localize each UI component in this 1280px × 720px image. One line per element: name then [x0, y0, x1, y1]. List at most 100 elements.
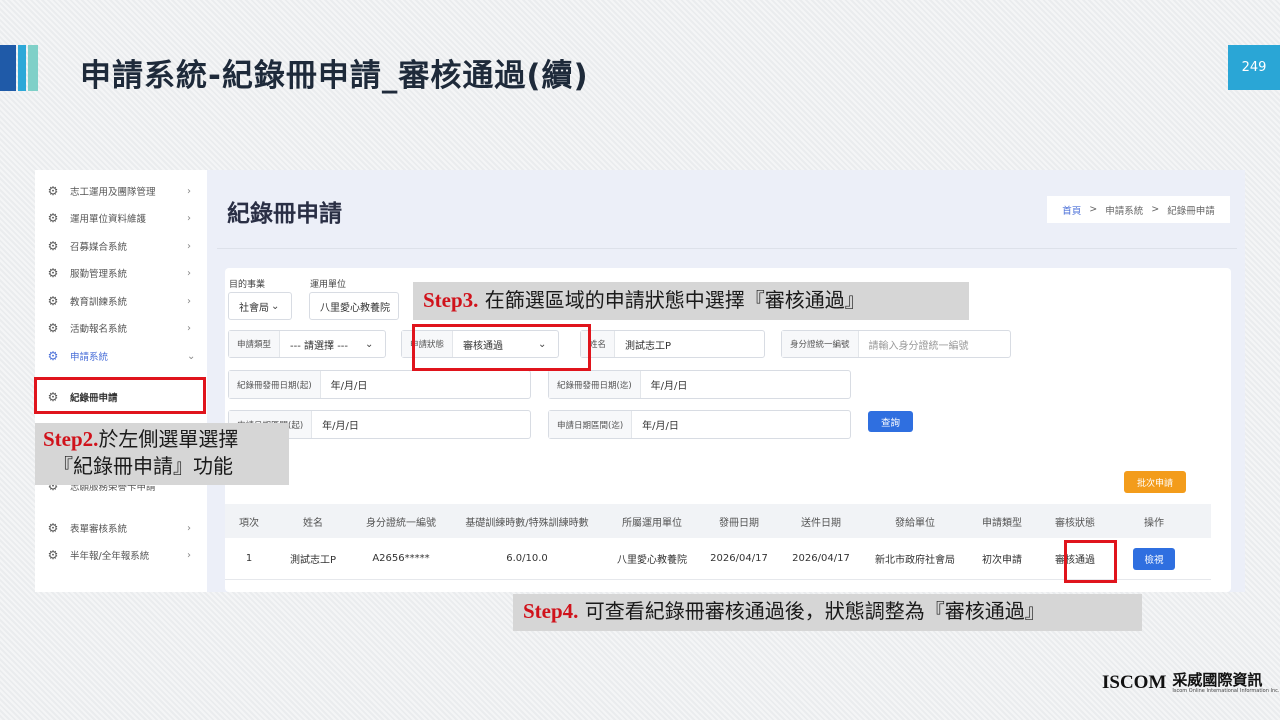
apply-type-select[interactable]: 申請類型 --- 請選擇 --- ⌄: [228, 330, 386, 358]
page-title: 紀錄冊申請: [227, 201, 342, 227]
page-number: 249: [1228, 45, 1280, 90]
gear-icon: ⚙: [47, 521, 59, 535]
chevron-right-icon: ›: [187, 267, 191, 279]
cell-submit-date: 2026/04/17: [792, 553, 850, 564]
purpose-label: 目的事業: [229, 280, 266, 290]
header-accent-bar: [18, 45, 26, 91]
step3-callout: Step3. 在篩選區域的申請狀態中選擇『審核通過』: [413, 282, 969, 320]
cell-unit: 八里愛心教養院: [617, 555, 687, 566]
sidebar-item-volunteer-team[interactable]: ⚙ 志工運用及團隊管理 ›: [35, 180, 207, 202]
chevron-right-icon: ›: [187, 212, 191, 224]
issue-date-end-input[interactable]: 紀錄冊發冊日期(迄) 年/月/日: [548, 370, 851, 399]
cell-issuer: 新北市政府社會局: [875, 555, 955, 566]
table-header: 項次 姓名 身分證統一編號 基礎訓練時數/特殊訓練時數 所屬運用單位 發冊日期 …: [225, 504, 1211, 538]
step2-callout: Step2.於左側選單選擇 『紀錄冊申請』功能: [35, 423, 289, 485]
logo-chinese: 采威國際資訊: [1172, 671, 1263, 689]
gear-icon: ⚙: [47, 321, 59, 335]
search-button[interactable]: 查詢: [868, 411, 913, 432]
chevron-down-icon: ⌄: [271, 300, 280, 312]
chevron-right-icon: ›: [187, 549, 191, 561]
sidebar-item-recruit[interactable]: ⚙ 召募媒合系統 ›: [35, 235, 207, 257]
gear-icon: ⚙: [47, 184, 59, 198]
step2-text-line1: 於左側選單選擇: [98, 427, 239, 451]
column-header: 操作: [1144, 517, 1164, 529]
column-header: 身分證統一編號: [366, 517, 436, 529]
column-header: 姓名: [303, 517, 323, 529]
sidebar-item-label: 志工運用及團隊管理: [70, 187, 156, 198]
breadcrumb-current: 紀錄冊申請: [1167, 205, 1215, 217]
breadcrumb-separator: >: [1151, 204, 1160, 215]
sidebar-item-report[interactable]: ⚙ 半年報/全年報系統 ›: [35, 544, 207, 566]
cell-id: A2656*****: [372, 553, 430, 564]
divider: [217, 248, 1237, 249]
sidebar-item-training[interactable]: ⚙ 教育訓練系統 ›: [35, 290, 207, 312]
logo-text: ISCOM: [1102, 672, 1167, 693]
step2-text-line2: 『紀錄冊申請』功能: [53, 454, 233, 478]
chevron-right-icon: ›: [187, 295, 191, 307]
breadcrumb-item[interactable]: 申請系統: [1105, 203, 1143, 217]
main-content: 紀錄冊申請 首頁 > 申請系統 > 紀錄冊申請 目的事業 社會局 ⌄ 運用單位 …: [207, 170, 1245, 592]
cell-index: 1: [245, 553, 253, 564]
step4-callout: Step4. 可查看紀錄冊審核通過後，狀態調整為『審核通過』: [513, 594, 1142, 631]
chevron-right-icon: ›: [187, 185, 191, 197]
id-number-input[interactable]: 身分證統一編號 請輸入身分證統一編號: [781, 330, 1011, 358]
step4-text: 可查看紀錄冊審核通過後，狀態調整為『審核通過』: [584, 599, 1045, 623]
name-input[interactable]: 姓名 測試志工P: [580, 330, 765, 358]
chevron-right-icon: ›: [187, 522, 191, 534]
sidebar-item-label: 教育訓練系統: [70, 297, 128, 308]
column-header: 發冊日期: [719, 517, 759, 529]
chevron-down-icon: ⌄: [187, 350, 196, 362]
column-header: 發給單位: [895, 517, 935, 529]
step3-number: Step3.: [423, 288, 479, 312]
chevron-down-icon: ⌄: [365, 338, 374, 350]
gear-icon: ⚙: [47, 239, 59, 253]
unit-select[interactable]: 八里愛心教養院: [309, 292, 399, 320]
highlight-record-book-menu: [34, 377, 206, 414]
gear-icon: ⚙: [47, 266, 59, 280]
cell-type: 初次申請: [982, 555, 1022, 566]
sidebar-item-application[interactable]: ⚙ 申請系統 ⌄: [35, 345, 207, 367]
issue-date-start-input[interactable]: 紀錄冊發冊日期(起) 年/月/日: [228, 370, 531, 399]
gear-icon: ⚙: [47, 349, 59, 363]
sidebar-item-label: 召募媒合系統: [70, 242, 128, 253]
batch-apply-button[interactable]: 批次申請: [1124, 471, 1186, 493]
cell-issue-date: 2026/04/17: [710, 553, 768, 564]
gear-icon: ⚙: [47, 211, 59, 225]
column-header: 基礎訓練時數/特殊訓練時數: [465, 517, 589, 529]
breadcrumb-separator: >: [1089, 204, 1098, 215]
gear-icon: ⚙: [47, 548, 59, 562]
cell-action: 檢視: [1113, 538, 1195, 579]
header-accent-bar: [28, 45, 38, 91]
step3-text: 在篩選區域的申請狀態中選擇『審核通過』: [484, 288, 865, 312]
app-screenshot: ⚙ 志工運用及團隊管理 › ⚙ 運用單位資料維護 › ⚙ 召募媒合系統 › ⚙ …: [35, 170, 1245, 592]
sidebar-item-label: 活動報名系統: [70, 324, 128, 335]
sidebar-item-label: 表單審核系統: [70, 524, 128, 535]
sidebar-item-label: 申請系統: [70, 352, 109, 363]
sidebar-item-label: 服勤管理系統: [70, 269, 128, 280]
company-logo: ISCOM 采威國際資訊 Iscom Online International …: [1102, 672, 1280, 694]
view-button[interactable]: 檢視: [1133, 547, 1175, 570]
slide-title: 申請系統-紀錄冊申請_審核通過(續): [80, 58, 589, 94]
sidebar-item-service-management[interactable]: ⚙ 服勤管理系統 ›: [35, 262, 207, 284]
step4-number: Step4.: [523, 599, 579, 623]
cell-hours: 6.0/10.0: [506, 553, 548, 564]
sidebar-item-unit-data[interactable]: ⚙ 運用單位資料維護 ›: [35, 207, 207, 229]
highlight-status-cell: [1064, 540, 1117, 583]
sidebar-item-label: 半年報/全年報系統: [70, 551, 150, 562]
breadcrumb: 首頁 > 申請系統 > 紀錄冊申請: [1047, 196, 1230, 223]
logo-english: Iscom Online International Information I…: [1172, 688, 1280, 694]
apply-date-end-input[interactable]: 申請日期區間(迄) 年/月/日: [548, 410, 851, 439]
purpose-select[interactable]: 社會局 ⌄: [228, 292, 292, 320]
column-header: 項次: [239, 517, 259, 529]
sidebar-item-activity[interactable]: ⚙ 活動報名系統 ›: [35, 317, 207, 339]
column-header: 審核狀態: [1055, 517, 1095, 529]
header-accent-bar: [0, 45, 16, 91]
column-header: 申請類型: [982, 517, 1022, 529]
sidebar-item-label: 運用單位資料維護: [70, 214, 147, 225]
column-header: 送件日期: [801, 517, 841, 529]
breadcrumb-home[interactable]: 首頁: [1062, 203, 1081, 217]
chevron-right-icon: ›: [187, 322, 191, 334]
step2-number: Step2.: [43, 427, 99, 451]
sidebar-item-form-review[interactable]: ⚙ 表單審核系統 ›: [35, 517, 207, 539]
gear-icon: ⚙: [47, 294, 59, 308]
